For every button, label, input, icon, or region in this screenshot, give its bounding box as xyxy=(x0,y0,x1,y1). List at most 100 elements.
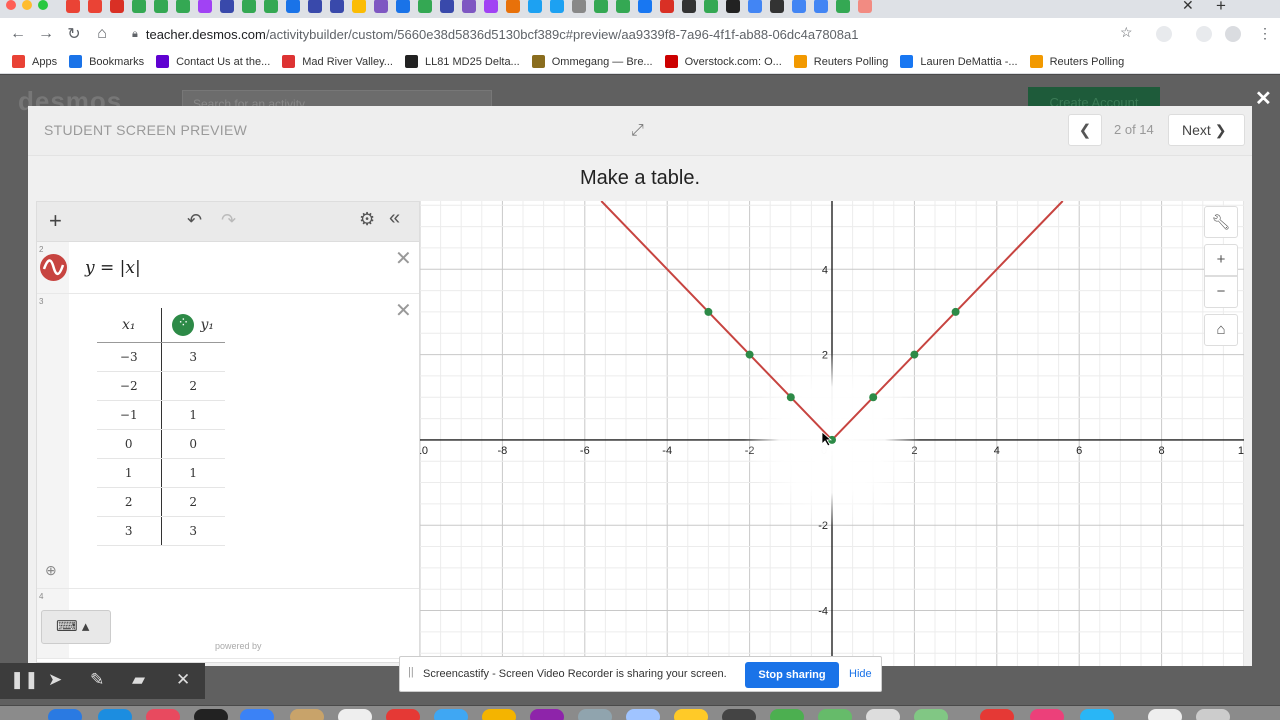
value-table[interactable]: x₁ y₁ −33−22−1100112233 xyxy=(97,308,225,546)
bookmark-item[interactable]: Overstock.com: O... xyxy=(664,55,782,68)
dock-app-icon[interactable] xyxy=(770,709,804,720)
table-cell-y[interactable]: 3 xyxy=(161,342,225,372)
dock-app-icon[interactable] xyxy=(626,709,660,720)
tab-favicon[interactable] xyxy=(308,0,322,13)
extensions-icon[interactable] xyxy=(1196,26,1212,42)
tab-close-icon[interactable]: ✕ xyxy=(1182,0,1194,14)
tab-favicon[interactable] xyxy=(704,0,718,13)
add-item-icon[interactable]: + xyxy=(49,208,62,234)
table-row[interactable]: 11 xyxy=(97,458,225,488)
tab-favicon[interactable] xyxy=(198,0,212,13)
tab-favicon[interactable] xyxy=(858,0,872,13)
tab-favicon[interactable] xyxy=(726,0,740,13)
dock-app-icon[interactable] xyxy=(914,709,948,720)
dock-app-icon[interactable] xyxy=(818,709,852,720)
dock-app-icon[interactable] xyxy=(240,709,274,720)
zoom-fit-icon[interactable]: ⊕ xyxy=(45,562,57,579)
table-cell-y[interactable]: 3 xyxy=(161,516,225,546)
keyboard-toggle-button[interactable]: ⌨ ▴ xyxy=(41,610,111,644)
redo-icon[interactable]: ↷ xyxy=(221,210,236,231)
menu-dots-icon[interactable]: ⋮ xyxy=(1258,25,1272,42)
tab-favicon[interactable] xyxy=(616,0,630,13)
undo-icon[interactable]: ↶ xyxy=(187,210,202,231)
tab-favicon[interactable] xyxy=(550,0,564,13)
window-controls[interactable] xyxy=(6,0,48,10)
tab-favicon[interactable] xyxy=(440,0,454,13)
graph-paper[interactable]: -10-8-6-4-2024681042-2-4 🔧︎ + − ⌂ xyxy=(420,201,1244,666)
next-screen-button[interactable]: Next ❯ xyxy=(1168,114,1245,146)
table-cell-y[interactable]: 0 xyxy=(161,429,225,459)
dock-app-icon[interactable] xyxy=(290,709,324,720)
tab-favicon[interactable] xyxy=(330,0,344,13)
tab-favicons[interactable] xyxy=(66,0,872,13)
minimize-window-icon[interactable] xyxy=(22,0,32,10)
table-cell-x[interactable]: 1 xyxy=(97,458,162,488)
extension-icon[interactable] xyxy=(1156,26,1172,42)
tab-favicon[interactable] xyxy=(660,0,674,13)
graph-settings-wrench-icon[interactable]: 🔧︎ xyxy=(1204,206,1238,238)
tab-favicon[interactable] xyxy=(748,0,762,13)
bookmark-item[interactable]: Reuters Polling xyxy=(793,55,888,68)
default-viewport-home-icon[interactable]: ⌂ xyxy=(1204,314,1238,346)
close-window-icon[interactable] xyxy=(6,0,16,10)
bookmark-item[interactable]: Apps xyxy=(12,55,57,68)
table-row[interactable]: −2 2 xyxy=(97,371,225,401)
zoom-out-icon[interactable]: − xyxy=(1204,276,1238,308)
tab-favicon[interactable] xyxy=(638,0,652,13)
dock-app-icon[interactable] xyxy=(1080,709,1114,720)
table-cell-x[interactable]: −3 xyxy=(97,342,162,372)
table-row[interactable]: 22 xyxy=(97,487,225,517)
tab-favicon[interactable] xyxy=(374,0,388,13)
table-row-item[interactable]: 3 ✕ x₁ y₁ −33−22−1100112233 ⊕ xyxy=(37,294,419,589)
tab-favicon[interactable] xyxy=(66,0,80,13)
address-bar[interactable]: 🔒︎ teacher.desmos.com/activitybuilder/cu… xyxy=(126,21,1146,47)
tab-favicon[interactable] xyxy=(836,0,850,13)
table-cell-x[interactable]: −1 xyxy=(97,400,162,430)
tab-favicon[interactable] xyxy=(242,0,256,13)
empty-expression-row[interactable]: 4 ⌨ ▴ powered by xyxy=(37,589,419,659)
tab-favicon[interactable] xyxy=(154,0,168,13)
tab-favicon[interactable] xyxy=(352,0,366,13)
hide-link[interactable]: Hide xyxy=(849,668,872,680)
dock-app-icon[interactable] xyxy=(482,709,516,720)
new-tab-icon[interactable]: + xyxy=(1216,0,1226,16)
dock-app-icon[interactable] xyxy=(98,709,132,720)
bookmark-item[interactable]: Bookmarks xyxy=(69,55,144,68)
table-header-y[interactable]: y₁ xyxy=(161,308,225,343)
zoom-in-icon[interactable]: + xyxy=(1204,244,1238,276)
table-header-x[interactable]: x₁ xyxy=(97,308,162,343)
tab-favicon[interactable] xyxy=(220,0,234,13)
tab-favicon[interactable] xyxy=(770,0,784,13)
table-cell-x[interactable]: −2 xyxy=(97,371,162,401)
tab-favicon[interactable] xyxy=(572,0,586,13)
tab-favicon[interactable] xyxy=(110,0,124,13)
table-cell-x[interactable]: 0 xyxy=(97,429,162,459)
eraser-icon[interactable]: ▰ xyxy=(132,670,145,690)
table-cell-y[interactable]: 2 xyxy=(161,487,225,517)
tab-favicon[interactable] xyxy=(264,0,278,13)
tab-favicon[interactable] xyxy=(814,0,828,13)
dock-app-icon[interactable] xyxy=(1030,709,1064,720)
cursor-icon[interactable]: ➤ xyxy=(48,670,62,690)
tab-favicon[interactable] xyxy=(484,0,498,13)
table-cell-y[interactable]: 2 xyxy=(161,371,225,401)
dock-app-icon[interactable] xyxy=(578,709,612,720)
dock-app-icon[interactable] xyxy=(530,709,564,720)
tab-favicon[interactable] xyxy=(506,0,520,13)
dock-app-icon[interactable] xyxy=(146,709,180,720)
drag-handle-icon[interactable]: || xyxy=(408,666,414,678)
table-cell-x[interactable]: 2 xyxy=(97,487,162,517)
tab-favicon[interactable] xyxy=(418,0,432,13)
delete-expression-icon[interactable]: ✕ xyxy=(395,246,412,271)
zoom-window-icon[interactable] xyxy=(38,0,48,10)
collapse-list-icon[interactable]: « xyxy=(389,207,400,230)
profile-avatar[interactable] xyxy=(1225,26,1241,42)
expression-formula[interactable]: y = |x| xyxy=(85,258,141,278)
tab-favicon[interactable] xyxy=(594,0,608,13)
bookmark-item[interactable]: Mad River Valley... xyxy=(282,55,393,68)
dock-app-icon[interactable] xyxy=(194,709,228,720)
pen-icon[interactable]: ✎ xyxy=(90,670,104,690)
dock-app-icon[interactable] xyxy=(674,709,708,720)
dock-app-icon[interactable] xyxy=(434,709,468,720)
delete-table-icon[interactable]: ✕ xyxy=(395,298,412,323)
